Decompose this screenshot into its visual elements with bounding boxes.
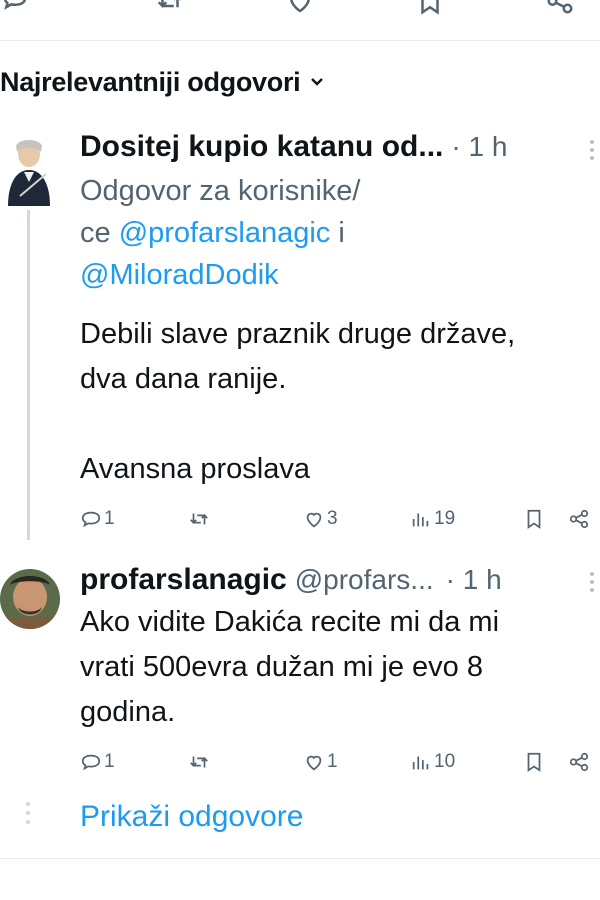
like-icon[interactable] bbox=[285, 0, 315, 16]
replying-to-connector: i bbox=[330, 217, 345, 249]
reply-count: 1 bbox=[104, 508, 115, 529]
replying-to-line1: Odgovor za korisnike/ bbox=[80, 175, 361, 207]
like-icon bbox=[306, 755, 322, 771]
reply-actions: 1 1 10 bbox=[0, 751, 600, 781]
tweet-action-bar bbox=[0, 0, 600, 40]
views-icon bbox=[412, 513, 429, 527]
bookmark-button[interactable] bbox=[523, 751, 545, 773]
reply-icon[interactable] bbox=[0, 0, 30, 16]
timestamp[interactable]: · 1 h bbox=[446, 564, 502, 596]
thread-dots bbox=[26, 802, 30, 829]
views-count: 10 bbox=[434, 751, 456, 772]
reply-sort-label: Najrelevantniji odgovori bbox=[0, 66, 301, 97]
bookmark-icon[interactable] bbox=[415, 0, 445, 16]
reply-count: 1 bbox=[104, 751, 115, 772]
share-icon[interactable] bbox=[545, 0, 575, 16]
like-button[interactable]: 1 bbox=[303, 751, 338, 773]
divider bbox=[0, 858, 600, 859]
views-button[interactable]: 19 bbox=[410, 508, 455, 530]
reply-icon bbox=[81, 754, 101, 771]
reply-text-line: Avansna proslava bbox=[80, 453, 311, 485]
reply-text-line: vrati 500evra dužan mi je evo 8 bbox=[80, 651, 483, 683]
display-name[interactable]: profarslanagic bbox=[80, 563, 287, 597]
avatar[interactable] bbox=[0, 569, 60, 629]
reply-text: Ako vidite Dakića recite mi da mi vrati … bbox=[80, 600, 600, 735]
repost-icon[interactable] bbox=[155, 0, 185, 16]
views-button[interactable]: 10 bbox=[410, 751, 455, 773]
repost-button[interactable] bbox=[188, 508, 210, 530]
chevron-down-icon bbox=[310, 75, 324, 89]
avatar[interactable] bbox=[2, 136, 56, 206]
repost-icon bbox=[190, 756, 208, 768]
bookmark-icon bbox=[527, 509, 541, 529]
like-count: 1 bbox=[327, 751, 338, 772]
more-options-icon[interactable] bbox=[590, 572, 596, 596]
like-button[interactable]: 3 bbox=[303, 508, 338, 530]
like-count: 3 bbox=[327, 508, 338, 529]
reply-header: profarslanagic @profars... · 1 h bbox=[80, 563, 502, 597]
bookmark-icon bbox=[527, 752, 541, 772]
reply-text-line: dva dana ranije. bbox=[80, 363, 287, 395]
show-replies-link[interactable]: Prikaži odgovore bbox=[80, 800, 303, 834]
display-name[interactable]: Dositej kupio katanu od... bbox=[80, 130, 443, 164]
thread-line bbox=[27, 210, 30, 540]
mention-link[interactable]: @MiloradDodik bbox=[80, 259, 279, 291]
reply-text-line: Debili slave praznik druge države, bbox=[80, 318, 516, 350]
reply-header: Dositej kupio katanu od... · 1 h bbox=[80, 130, 507, 164]
reply-text-line: godina. bbox=[80, 696, 176, 728]
reply-icon bbox=[81, 511, 101, 528]
reply-sort-selector[interactable]: Najrelevantniji odgovori bbox=[0, 64, 324, 100]
share-icon bbox=[569, 509, 589, 529]
divider bbox=[0, 40, 600, 41]
user-handle[interactable]: @profars... bbox=[295, 564, 434, 596]
bookmark-button[interactable] bbox=[523, 508, 545, 530]
mention-link[interactable]: @profarslanagic bbox=[119, 217, 331, 249]
views-icon bbox=[412, 756, 429, 770]
timestamp[interactable]: · 1 h bbox=[451, 131, 507, 163]
reply-text-line: Ako vidite Dakića recite mi da mi bbox=[80, 606, 500, 638]
repost-button[interactable] bbox=[188, 751, 210, 773]
replying-to-line2: ce @profarslanagic i bbox=[80, 212, 360, 254]
replying-to: Odgovor za korisnike/ ce @profarslanagic… bbox=[80, 170, 360, 296]
reply-button[interactable]: 1 bbox=[80, 508, 115, 530]
more-options-icon[interactable] bbox=[590, 140, 596, 164]
views-count: 19 bbox=[434, 508, 456, 529]
reply-actions: 1 3 19 bbox=[0, 508, 600, 538]
reply-button[interactable]: 1 bbox=[80, 751, 115, 773]
like-icon bbox=[306, 512, 322, 528]
share-button[interactable] bbox=[568, 751, 590, 773]
share-button[interactable] bbox=[568, 508, 590, 530]
repost-icon bbox=[190, 513, 208, 525]
reply-text: Debili slave praznik druge države, dva d… bbox=[80, 312, 600, 492]
replying-to-prefix: ce bbox=[80, 217, 119, 249]
share-icon bbox=[569, 752, 589, 772]
